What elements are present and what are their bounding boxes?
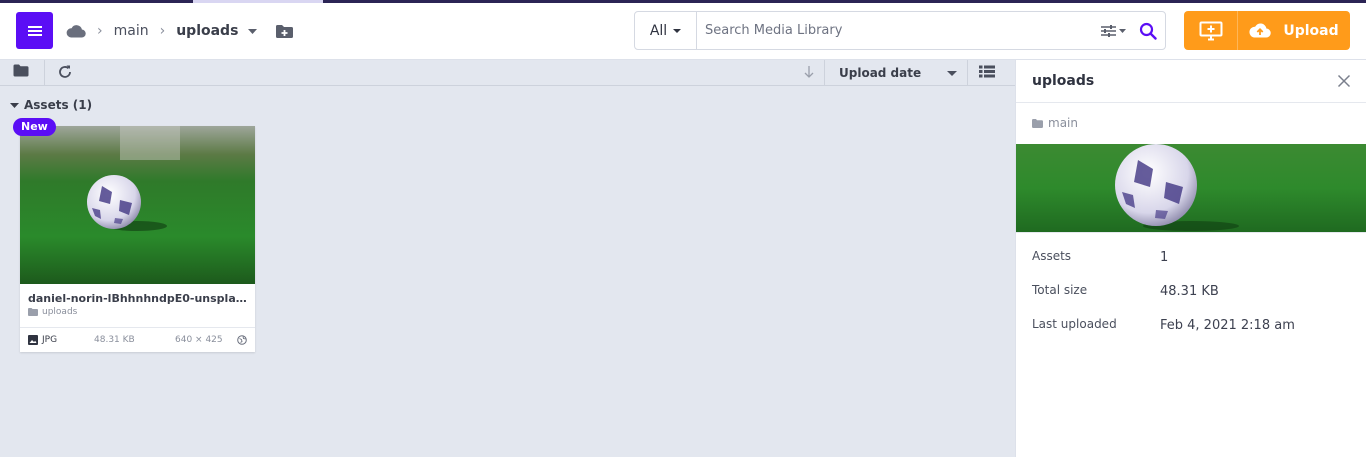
panel-title: uploads <box>1032 73 1095 89</box>
menu-button[interactable] <box>16 12 53 49</box>
breadcrumb-item-main[interactable]: main <box>114 23 149 39</box>
close-panel-button[interactable] <box>1337 74 1351 88</box>
search-bar: All <box>634 11 1166 50</box>
chevron-right-icon: › <box>97 23 103 39</box>
stat-value-assets: 1 <box>1160 250 1169 265</box>
upload-button-group: Upload <box>1184 11 1350 50</box>
panel-divider <box>1016 232 1366 233</box>
stat-label-assets: Assets <box>1032 249 1072 263</box>
upload-button[interactable]: Upload <box>1238 11 1350 50</box>
breadcrumb-current-folder: uploads <box>176 23 239 39</box>
image-icon <box>28 335 38 345</box>
refresh-button[interactable] <box>57 64 73 80</box>
list-view-icon <box>979 65 995 78</box>
stat-value-total-size: 48.31 KB <box>1160 284 1219 299</box>
parent-folder-label: main <box>1048 116 1078 130</box>
folder-plus-icon <box>276 24 294 38</box>
stat-label-last-uploaded: Last uploaded <box>1032 317 1117 331</box>
upload-label: Upload <box>1283 22 1339 39</box>
toolbar-divider <box>967 60 968 86</box>
chevron-right-icon: › <box>159 23 166 39</box>
asset-meta-row: JPG 48.31 KB 640 × 425 <box>20 327 255 352</box>
asset-type: JPG <box>28 335 57 345</box>
close-icon <box>1337 74 1351 88</box>
folder-preview-image <box>1016 144 1366 232</box>
folder-icon <box>28 308 38 316</box>
asset-type-label: JPG <box>42 335 58 345</box>
asset-folder: uploads <box>28 307 77 317</box>
assets-group-toggle[interactable]: Assets (1) <box>10 98 92 112</box>
asset-card[interactable]: New daniel-norin-lBhhnhndpE0-unsplas upl… <box>13 118 255 352</box>
asset-filename: daniel-norin-lBhhnhndpE0-unsplash.jpg <box>28 292 248 305</box>
library-toolbar: Upload date <box>0 60 1015 86</box>
caret-down-icon <box>673 28 682 33</box>
sort-direction-button[interactable] <box>803 65 815 79</box>
refresh-icon <box>59 65 71 78</box>
search-button[interactable] <box>1131 22 1165 40</box>
public-globe-icon <box>237 335 247 345</box>
top-bar: › main › uploads All Upload <box>0 0 1366 60</box>
hamburger-icon <box>27 25 42 36</box>
cloud-upload-icon <box>1249 23 1272 38</box>
asset-folder-label: uploads <box>42 307 78 317</box>
caret-down-icon <box>947 70 957 76</box>
stat-value-last-uploaded: Feb 4, 2021 2:18 am <box>1160 318 1295 333</box>
assets-group-label: Assets (1) <box>24 98 93 112</box>
new-badge: New <box>13 118 56 136</box>
search-scope-dropdown[interactable]: All <box>635 12 697 49</box>
folder-icon <box>1032 118 1043 128</box>
asset-size: 48.31 KB <box>94 335 135 345</box>
view-mode-button[interactable] <box>979 65 995 78</box>
monitor-plus-icon <box>1199 21 1222 40</box>
asset-grid-area: Assets (1) New daniel-norin-lBhhnhndpE0-… <box>0 86 1015 457</box>
folder-menu-caret-icon[interactable] <box>248 28 258 34</box>
search-filter-button[interactable] <box>1095 24 1131 38</box>
sort-dropdown[interactable]: Upload date <box>825 60 967 86</box>
panel-divider <box>1016 102 1366 103</box>
top-progress-highlight <box>193 0 323 3</box>
asset-dimensions: 640 × 425 <box>175 335 223 345</box>
search-scope-label: All <box>649 22 668 39</box>
parent-folder-link[interactable]: main <box>1032 116 1078 130</box>
folder-view-button[interactable] <box>13 64 29 77</box>
breadcrumb: › main › uploads <box>66 19 294 43</box>
search-icon <box>1139 22 1157 40</box>
new-folder-button[interactable] <box>275 24 294 39</box>
folder-details-panel: uploads main Assets 1 Total size 48.31 K… <box>1015 60 1366 457</box>
screen-capture-button[interactable] <box>1184 11 1238 50</box>
toolbar-divider <box>44 60 45 86</box>
search-input[interactable] <box>697 12 1095 49</box>
stat-label-total-size: Total size <box>1032 283 1088 297</box>
asset-thumbnail <box>20 126 255 284</box>
arrow-down-icon <box>804 66 814 78</box>
folder-icon <box>13 64 29 77</box>
cloud-icon[interactable] <box>66 24 86 38</box>
caret-down-icon <box>10 102 19 108</box>
sort-label: Upload date <box>839 66 922 80</box>
filter-sliders-icon <box>1101 24 1126 37</box>
